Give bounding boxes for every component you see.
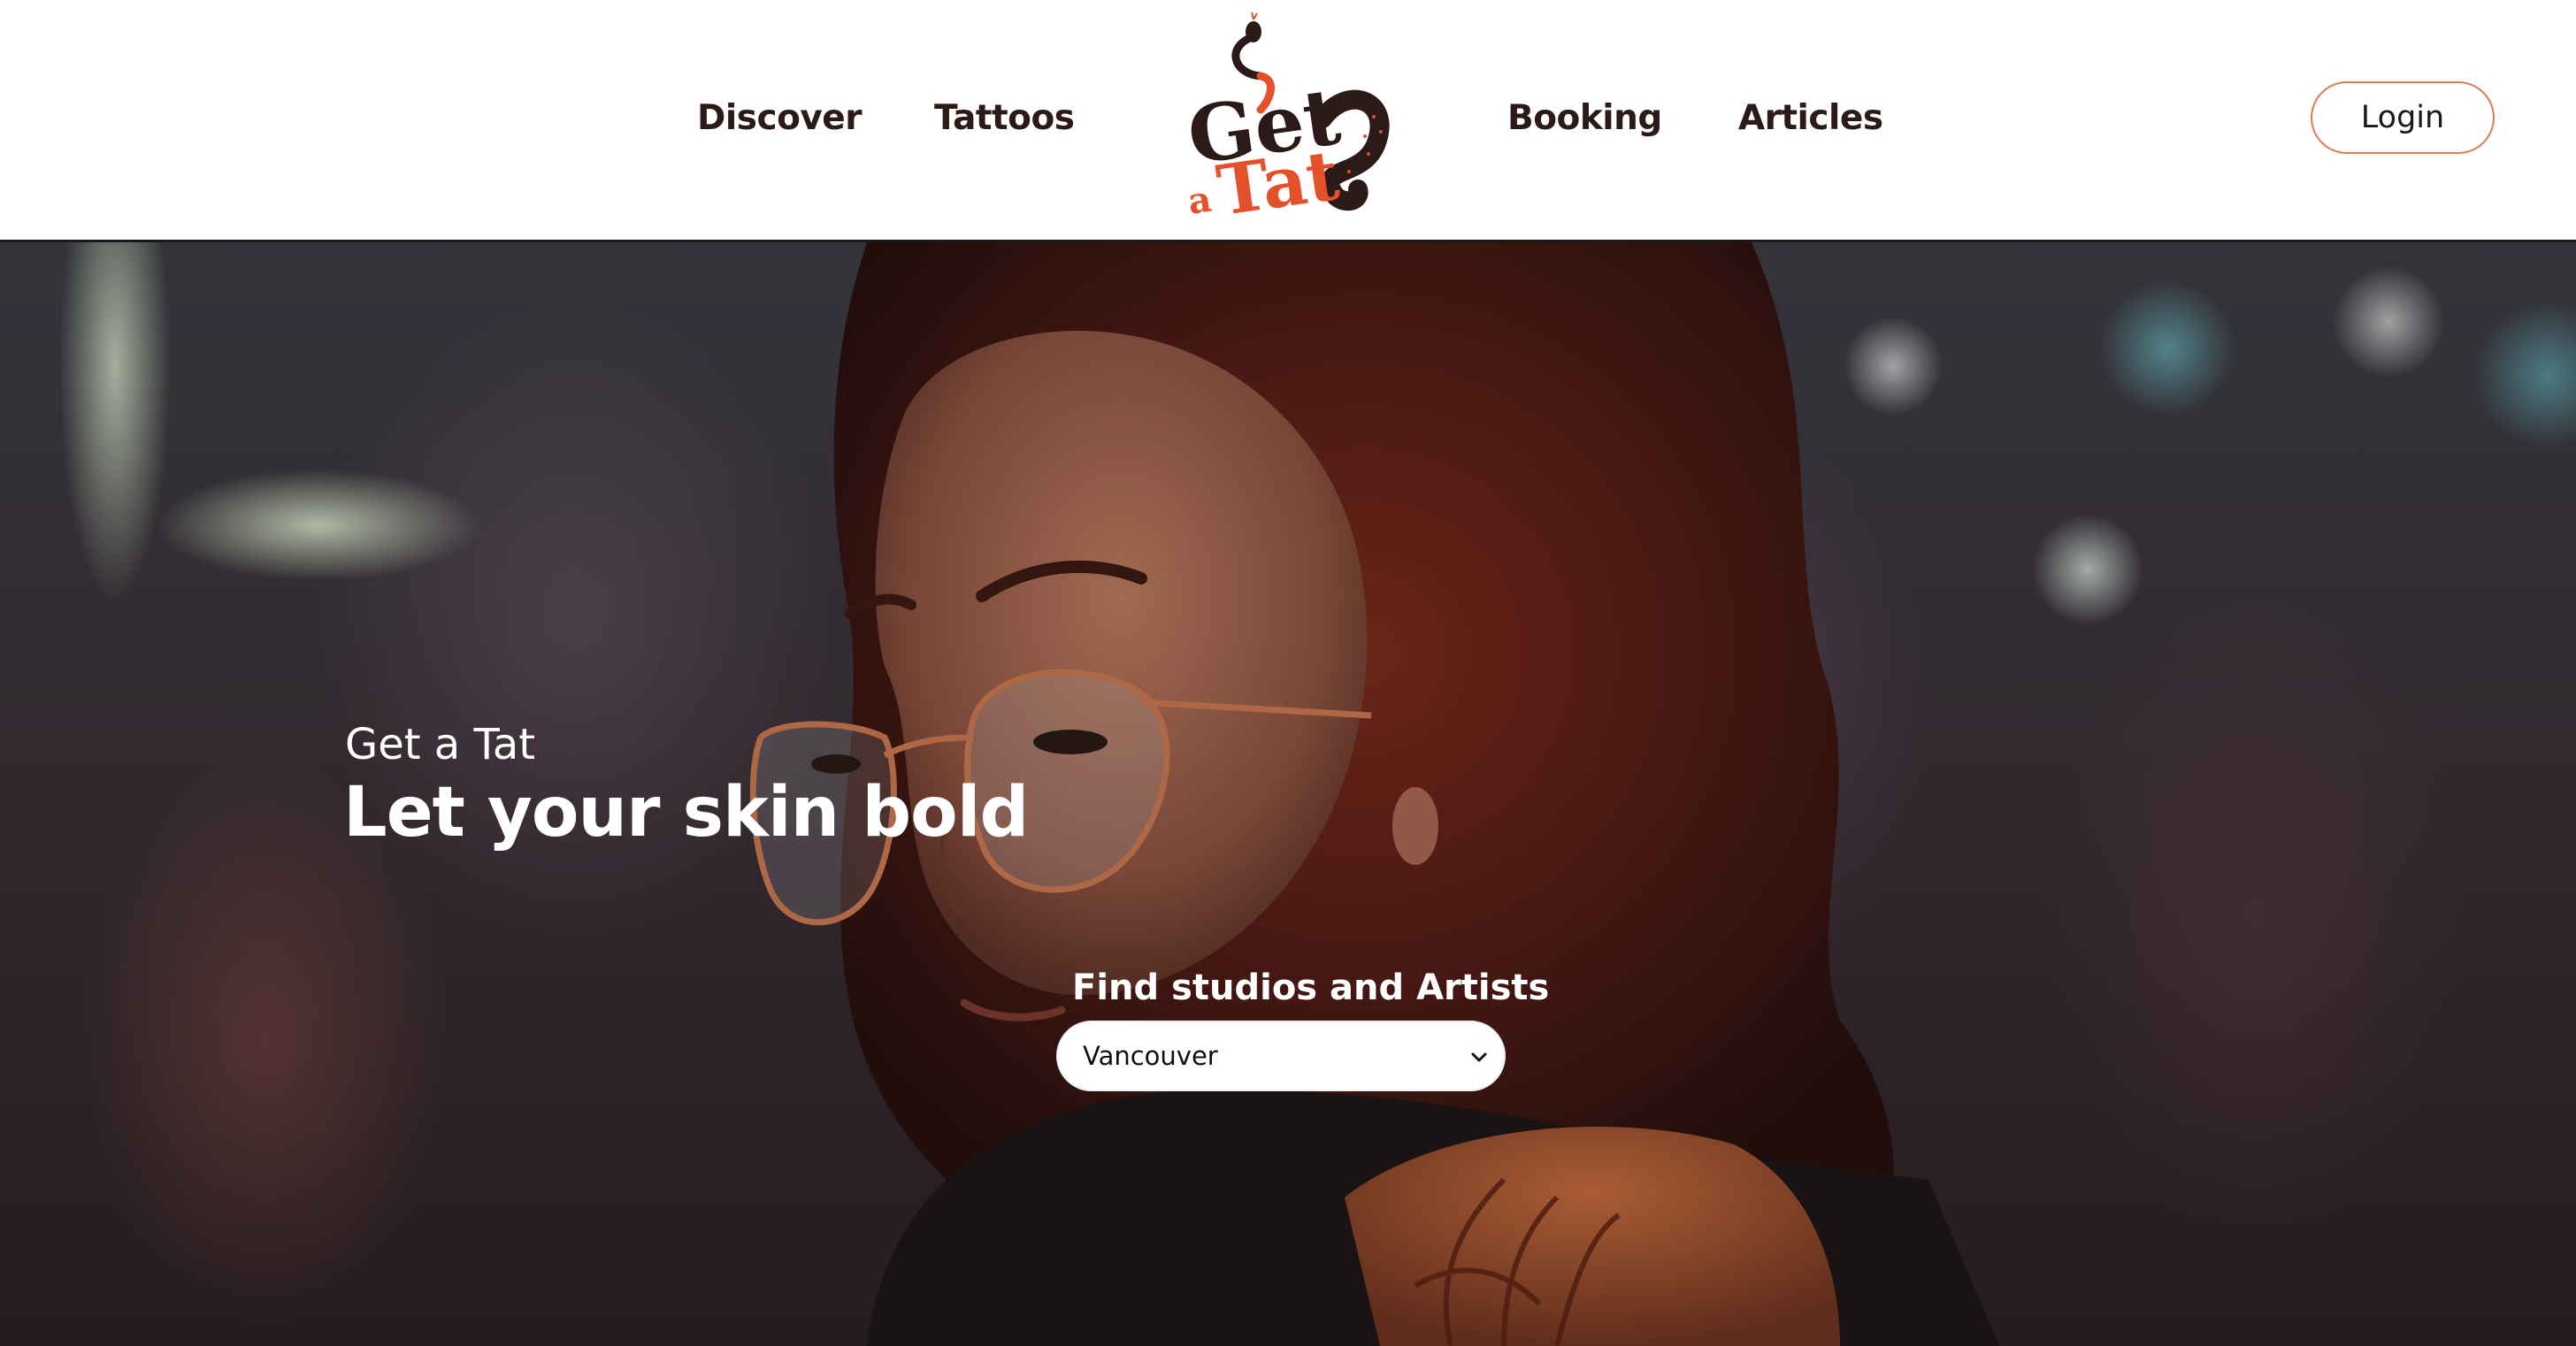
nav-articles[interactable]: Articles (1738, 92, 1883, 145)
snake-icon: Get a Tat (1182, 11, 1390, 232)
chevron-down-icon (1471, 1052, 1487, 1062)
nav-discover[interactable]: Discover (697, 92, 862, 145)
hero-headline: Let your skin bold (343, 773, 1029, 853)
nav-booking[interactable]: Booking (1507, 92, 1662, 145)
hero-eyebrow: Get a Tat (345, 720, 536, 769)
logo-text-tat: Tat (1212, 135, 1343, 225)
login-button[interactable]: Login (2311, 81, 2495, 154)
logo-text-a: a (1185, 179, 1214, 223)
nav-tattoos[interactable]: Tattoos (934, 92, 1075, 145)
logo[interactable]: Get a Tat (1172, 11, 1402, 232)
hero-banner: Get a Tat Let your skin bold Find studio… (0, 242, 2576, 1346)
search-label: Find studios and Artists (1072, 967, 1550, 1008)
city-select[interactable]: Vancouver (1056, 1021, 1506, 1091)
site-header: Discover Tattoos Get a Tat Booking Artic… (0, 0, 2576, 242)
city-select-value: Vancouver (1083, 1041, 1218, 1071)
